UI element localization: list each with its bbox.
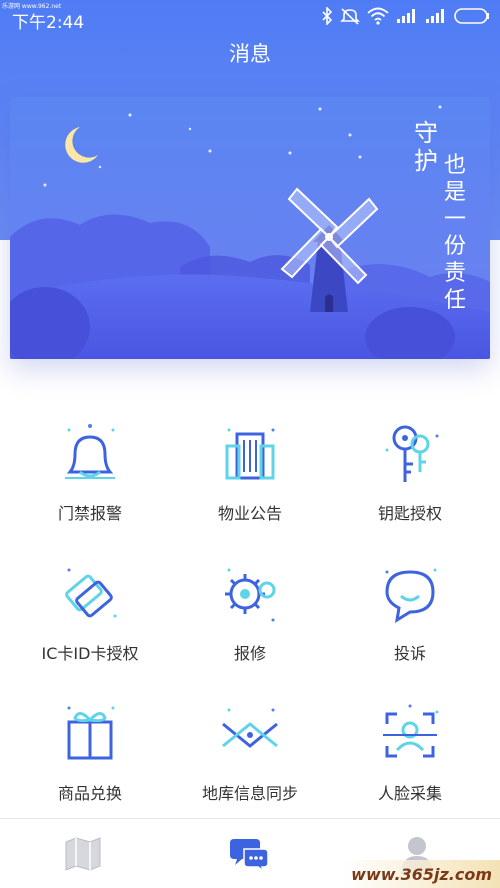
key-icon bbox=[385, 425, 439, 482]
status-icons bbox=[321, 7, 490, 25]
status-time: 下午2:44 bbox=[12, 13, 85, 33]
bell-icon bbox=[65, 424, 115, 479]
face-scan-icon bbox=[383, 704, 439, 758]
grid-label: 商品兑换 bbox=[57, 784, 122, 803]
grid-label: 钥匙授权 bbox=[377, 504, 442, 523]
banner-image: 守护 也是一份责任 bbox=[10, 97, 490, 359]
signal-icon-1 bbox=[397, 9, 415, 23]
status-bar: 下午2:44 bbox=[0, 0, 500, 34]
banner-slogan-1: 守护 bbox=[414, 119, 438, 175]
gear-icon bbox=[225, 568, 276, 622]
grid-label: 门禁报警 bbox=[57, 504, 122, 523]
grid-label: 投诉 bbox=[393, 644, 426, 663]
signal-icon-2 bbox=[426, 9, 444, 23]
bottom-watermark: www.365jz.com bbox=[343, 860, 500, 888]
mute-icon bbox=[340, 8, 360, 25]
chat-bubble-icon bbox=[385, 568, 437, 624]
grid-label: 人脸采集 bbox=[377, 784, 442, 803]
page-title: 消息 bbox=[229, 42, 271, 66]
grid-label: IC卡ID卡授权 bbox=[41, 644, 139, 663]
grid-label: 物业公告 bbox=[217, 504, 282, 523]
tab-map[interactable] bbox=[0, 819, 166, 888]
card-icon bbox=[65, 568, 117, 618]
sync-icon bbox=[222, 708, 278, 748]
grid-label: 地库信息同步 bbox=[201, 784, 298, 803]
wifi-icon bbox=[367, 7, 389, 25]
building-icon bbox=[225, 428, 275, 480]
battery-icon bbox=[454, 8, 489, 24]
bluetooth-icon bbox=[322, 7, 333, 25]
gift-icon bbox=[67, 706, 115, 760]
tab-messages[interactable] bbox=[167, 819, 333, 888]
banner-slogan-2: 也是一份责任 bbox=[443, 153, 466, 313]
message-icon bbox=[230, 839, 269, 871]
grid-label: 报修 bbox=[233, 644, 266, 663]
map-icon bbox=[65, 837, 101, 871]
